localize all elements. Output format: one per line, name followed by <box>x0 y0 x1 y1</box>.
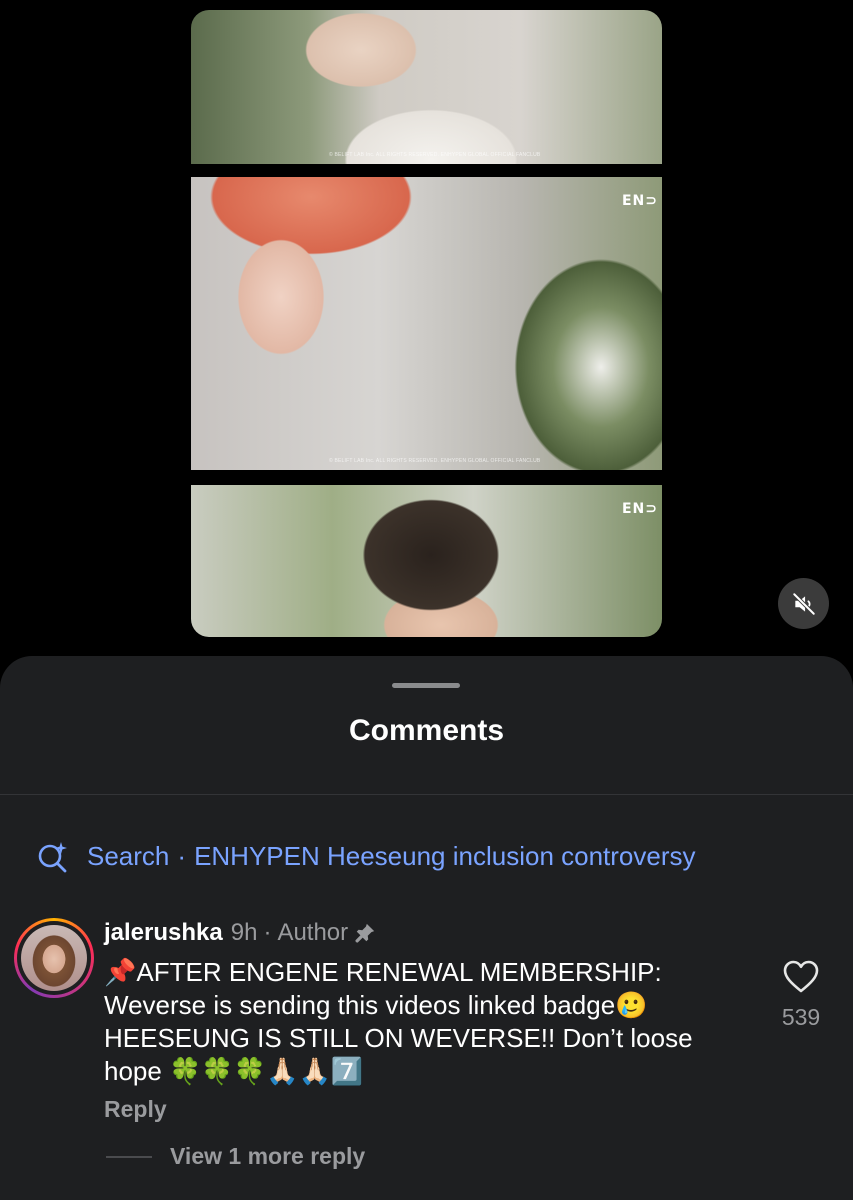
comments-sheet: Comments Search · ENHYPEN Heeseung inclu… <box>0 656 853 1200</box>
avatar-image <box>21 925 87 991</box>
video-panel-top: © BELIFT LAB Inc. ALL RIGHTS RESERVED. E… <box>191 10 662 164</box>
divider <box>0 794 853 795</box>
video-panel-middle: EN⊃ © BELIFT LAB Inc. ALL RIGHTS RESERVE… <box>191 177 662 470</box>
pin-icon <box>355 923 375 943</box>
watermark: © BELIFT LAB Inc. ALL RIGHTS RESERVED. E… <box>329 152 541 158</box>
heart-outline-icon <box>783 960 819 993</box>
video-player[interactable]: © BELIFT LAB Inc. ALL RIGHTS RESERVED. E… <box>191 10 662 637</box>
like-button[interactable]: 539 <box>771 960 831 1031</box>
reply-thread-line <box>106 1155 152 1158</box>
comment-header: jalerushka 9h · Author <box>104 918 376 948</box>
search-suggestion[interactable]: Search · ENHYPEN Heeseung inclusion cont… <box>36 839 696 873</box>
drag-handle[interactable] <box>392 683 460 688</box>
comment-text: 📌AFTER ENGENE RENEWAL MEMBERSHIP: Wevers… <box>104 957 693 1086</box>
view-more-replies-label: View 1 more reply <box>170 1143 366 1169</box>
comment-time: 9h <box>230 919 258 946</box>
search-query: ENHYPEN Heeseung inclusion controversy <box>194 840 696 871</box>
video-panel-bottom: EN⊃ <box>191 485 662 637</box>
sheet-title: Comments <box>348 714 505 747</box>
separator-dot: · <box>263 919 272 946</box>
search-label: Search <box>87 840 170 871</box>
view-more-replies[interactable]: View 1 more reply <box>106 1143 365 1170</box>
enhypen-logo: EN⊃ <box>621 501 658 517</box>
enhypen-logo: EN⊃ <box>621 193 658 209</box>
comment-username[interactable]: jalerushka <box>104 919 223 947</box>
mute-button[interactable] <box>778 578 829 629</box>
author-badge: Author <box>277 919 349 946</box>
like-count: 539 <box>781 1004 821 1030</box>
watermark: © BELIFT LAB Inc. ALL RIGHTS RESERVED. E… <box>329 458 541 464</box>
avatar[interactable] <box>14 918 94 998</box>
search-separator: · <box>177 840 187 871</box>
video-area: © BELIFT LAB Inc. ALL RIGHTS RESERVED. E… <box>0 0 853 660</box>
search-sparkle-icon <box>38 842 67 873</box>
speaker-muted-icon <box>792 592 815 615</box>
reply-button[interactable]: Reply <box>104 1096 167 1123</box>
